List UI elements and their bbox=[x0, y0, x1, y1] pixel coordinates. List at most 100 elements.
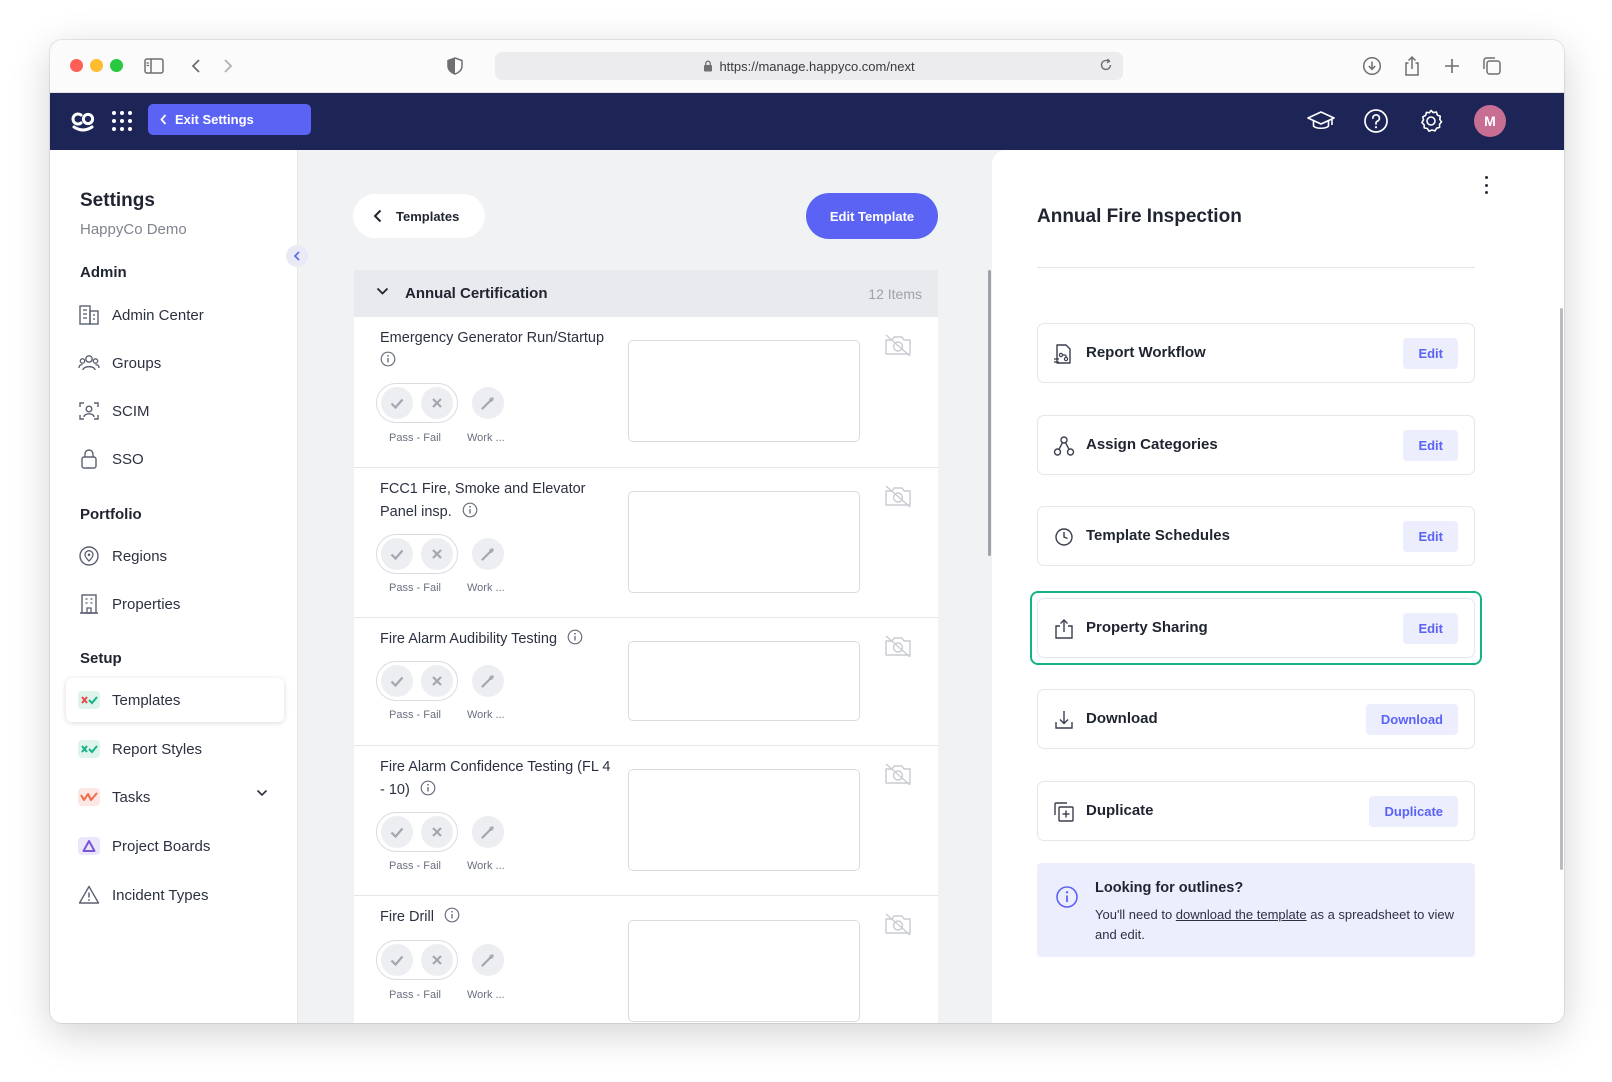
help-icon[interactable] bbox=[1361, 106, 1391, 136]
sidebar-item-sso[interactable]: SSO bbox=[66, 437, 284, 481]
pass-button[interactable] bbox=[381, 944, 413, 976]
fail-button[interactable] bbox=[421, 538, 453, 570]
template-title: Annual Fire Inspection bbox=[1037, 206, 1242, 227]
camera-off-icon[interactable] bbox=[883, 762, 913, 786]
sidebar-item-label: Templates bbox=[112, 691, 181, 709]
pass-fail-toggle bbox=[376, 534, 458, 574]
duplicate-button[interactable]: Duplicate bbox=[1369, 796, 1458, 827]
close-window-button[interactable] bbox=[70, 59, 83, 72]
graduation-cap-icon[interactable] bbox=[1306, 106, 1336, 136]
app-launcher-icon[interactable] bbox=[110, 109, 134, 133]
downloads-icon[interactable] bbox=[1360, 54, 1384, 78]
camera-off-icon[interactable] bbox=[883, 912, 913, 936]
work-order-wrench-icon[interactable] bbox=[472, 816, 504, 848]
zoom-window-button[interactable] bbox=[110, 59, 123, 72]
panel-scrollbar[interactable] bbox=[1560, 308, 1563, 870]
sidebar-item-admin-center[interactable]: Admin Center bbox=[66, 293, 284, 337]
sidebar-item-templates[interactable]: Templates bbox=[66, 678, 284, 722]
divider bbox=[1037, 267, 1475, 268]
chevron-down-icon[interactable] bbox=[256, 789, 268, 797]
share-icon[interactable] bbox=[1400, 54, 1424, 78]
template-details-panel: Annual Fire Inspection Report Workflow E… bbox=[992, 150, 1564, 1023]
reload-icon[interactable] bbox=[1099, 58, 1113, 72]
sidebar-item-project-boards[interactable]: Project Boards bbox=[66, 824, 284, 868]
work-label: Work ... bbox=[467, 989, 505, 1001]
address-bar[interactable]: https://manage.happyco.com/next bbox=[495, 52, 1123, 80]
pass-fail-label: Pass - Fail bbox=[389, 582, 441, 594]
sidebar-item-label: Incident Types bbox=[112, 886, 209, 904]
pass-button[interactable] bbox=[381, 816, 413, 848]
edit-property-sharing-button[interactable]: Edit bbox=[1403, 613, 1458, 644]
browser-toolbar: https://manage.happyco.com/next bbox=[50, 40, 1564, 93]
exit-settings-button[interactable]: Exit Settings bbox=[148, 104, 311, 135]
pass-fail-toggle bbox=[376, 940, 458, 980]
download-button[interactable]: Download bbox=[1365, 704, 1458, 735]
new-tab-icon[interactable] bbox=[1440, 54, 1464, 78]
fail-button[interactable] bbox=[421, 944, 453, 976]
pass-fail-toggle bbox=[376, 812, 458, 852]
sidebar-item-label: Properties bbox=[112, 595, 181, 613]
camera-off-icon[interactable] bbox=[883, 333, 913, 357]
sidebar-item-label: Tasks bbox=[112, 788, 151, 806]
pass-button[interactable] bbox=[381, 387, 413, 419]
chevron-down-icon[interactable] bbox=[376, 287, 389, 296]
info-icon[interactable] bbox=[420, 780, 436, 796]
edit-schedules-button[interactable]: Edit bbox=[1403, 521, 1458, 552]
more-options-icon[interactable] bbox=[1478, 172, 1494, 198]
edit-categories-button[interactable]: Edit bbox=[1403, 430, 1458, 461]
edit-report-workflow-button[interactable]: Edit bbox=[1403, 338, 1458, 369]
download-template-link[interactable]: download the template bbox=[1176, 907, 1307, 922]
settings-icon[interactable] bbox=[1416, 106, 1446, 136]
camera-off-icon[interactable] bbox=[883, 634, 913, 658]
clock-icon bbox=[1052, 525, 1076, 549]
sidebar-item-label: Report Styles bbox=[112, 740, 203, 758]
collapse-sidebar-button[interactable] bbox=[286, 245, 308, 267]
edit-template-button[interactable]: Edit Template bbox=[806, 193, 938, 239]
info-icon[interactable] bbox=[380, 351, 396, 367]
section-title: Annual Certification bbox=[405, 285, 548, 302]
forward-arrow-icon[interactable] bbox=[216, 54, 240, 78]
sidebar-item-groups[interactable]: Groups bbox=[66, 341, 284, 385]
report-workflow-card: Report Workflow Edit bbox=[1037, 323, 1475, 383]
back-to-templates-button[interactable]: Templates bbox=[353, 194, 485, 238]
pass-button[interactable] bbox=[381, 538, 413, 570]
back-arrow-icon[interactable] bbox=[184, 54, 208, 78]
sidebar-item-incident-types[interactable]: Incident Types bbox=[66, 873, 284, 917]
list-scrollbar[interactable] bbox=[988, 270, 991, 556]
sidebar-item-properties[interactable]: Properties bbox=[66, 582, 284, 626]
work-order-wrench-icon[interactable] bbox=[472, 944, 504, 976]
work-order-wrench-icon[interactable] bbox=[472, 665, 504, 697]
card-label: Download bbox=[1086, 710, 1158, 727]
fail-button[interactable] bbox=[421, 665, 453, 697]
sidebar-item-tasks[interactable]: Tasks bbox=[66, 775, 284, 819]
camera-off-icon[interactable] bbox=[883, 484, 913, 508]
list-item: Fire Alarm Confidence Testing (FL 4 - 10… bbox=[354, 746, 938, 896]
shield-icon[interactable] bbox=[443, 54, 467, 78]
sidebar-item-regions[interactable]: Regions bbox=[66, 534, 284, 578]
fail-button[interactable] bbox=[421, 387, 453, 419]
minimize-window-button[interactable] bbox=[90, 59, 103, 72]
section-header[interactable]: Annual Certification 12 Items bbox=[354, 270, 938, 317]
user-avatar[interactable]: M bbox=[1474, 105, 1506, 137]
tab-overview-icon[interactable] bbox=[1480, 54, 1504, 78]
note-field[interactable] bbox=[628, 340, 860, 442]
note-field[interactable] bbox=[628, 641, 860, 721]
happyco-logo[interactable] bbox=[70, 108, 96, 134]
sidebar-item-report-styles[interactable]: Report Styles bbox=[66, 727, 284, 771]
note-field[interactable] bbox=[628, 769, 860, 871]
fail-button[interactable] bbox=[421, 816, 453, 848]
info-icon[interactable] bbox=[444, 907, 460, 923]
pass-fail-label: Pass - Fail bbox=[389, 709, 441, 721]
back-label: Templates bbox=[396, 208, 460, 224]
info-icon[interactable] bbox=[567, 629, 583, 645]
note-field[interactable] bbox=[628, 920, 860, 1022]
sidebar-toggle-icon[interactable] bbox=[142, 54, 166, 78]
note-field[interactable] bbox=[628, 491, 860, 593]
info-text: You'll need to download the template as … bbox=[1095, 907, 1455, 942]
lock-icon bbox=[703, 60, 713, 72]
work-order-wrench-icon[interactable] bbox=[472, 538, 504, 570]
info-icon[interactable] bbox=[462, 502, 478, 518]
pass-button[interactable] bbox=[381, 665, 413, 697]
sidebar-item-scim[interactable]: SCIM bbox=[66, 389, 284, 433]
work-order-wrench-icon[interactable] bbox=[472, 387, 504, 419]
